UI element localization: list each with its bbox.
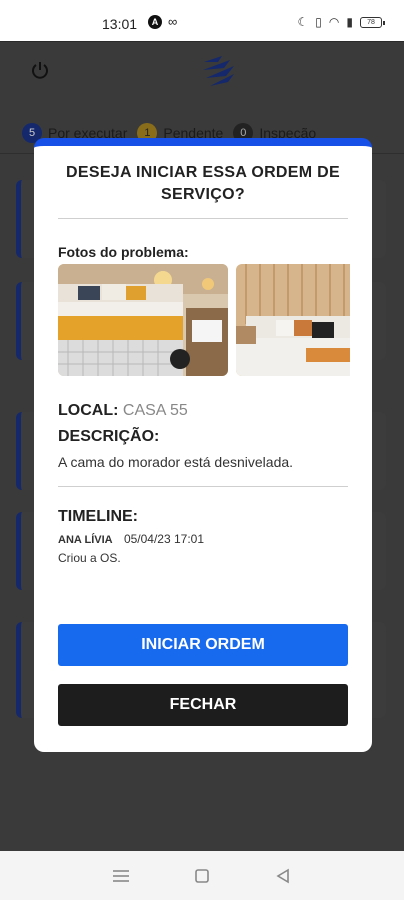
divider — [58, 218, 348, 219]
recent-apps-icon[interactable] — [109, 864, 133, 888]
start-order-modal: DESEJA INICIAR ESSA ORDEM DE SERVIÇO? Fo… — [34, 138, 372, 752]
battery-icon: 78 — [360, 16, 385, 28]
link-icon: ∞ — [168, 14, 178, 29]
system-nav-bar — [0, 851, 404, 900]
divider — [58, 486, 348, 487]
home-icon[interactable] — [190, 864, 214, 888]
wifi-icon: ◠ — [328, 15, 340, 29]
close-button[interactable]: FECHAR — [58, 684, 348, 726]
problem-photo[interactable] — [236, 264, 350, 376]
timeline-action: Criou a OS. — [58, 551, 121, 565]
do-not-disturb-icon: ☾ — [297, 15, 309, 29]
power-icon[interactable] — [30, 60, 50, 80]
back-icon[interactable] — [271, 864, 295, 888]
signal-icon: ▮ — [346, 15, 353, 29]
timeline-label: TIMELINE: — [58, 508, 138, 525]
logo-icon — [203, 56, 234, 86]
status-time: 13:01 — [102, 16, 138, 32]
timeline-user: ANA LÍVIA — [58, 534, 113, 546]
modal-title: DESEJA INICIAR ESSA ORDEM DE SERVIÇO? — [66, 164, 340, 203]
description-text: A cama do morador está desnivelada. — [58, 454, 294, 470]
photos-label: Fotos do problema: — [58, 244, 189, 260]
local-value: CASA 55 — [122, 402, 188, 419]
description-label: DESCRIÇÃO: — [58, 428, 160, 445]
local-row: LOCAL: CASA 55 — [58, 402, 188, 420]
status-bar: 13:01 A ∞ ☾ ▯ ◠ ▮ 78 — [0, 0, 404, 42]
timeline-date: 05/04/23 17:01 — [123, 532, 205, 546]
problem-photo[interactable] — [58, 264, 228, 376]
start-order-button[interactable]: INICIAR ORDEM — [58, 624, 348, 666]
timeline-entry: ANA LÍVIA 05/04/23 17:01 — [58, 532, 204, 546]
vibrate-icon: ▯ — [315, 15, 322, 29]
local-label: LOCAL: — [58, 402, 119, 419]
app-notification-icon: A — [148, 15, 162, 29]
status-icons: ☾ ▯ ◠ ▮ 78 — [297, 15, 385, 29]
